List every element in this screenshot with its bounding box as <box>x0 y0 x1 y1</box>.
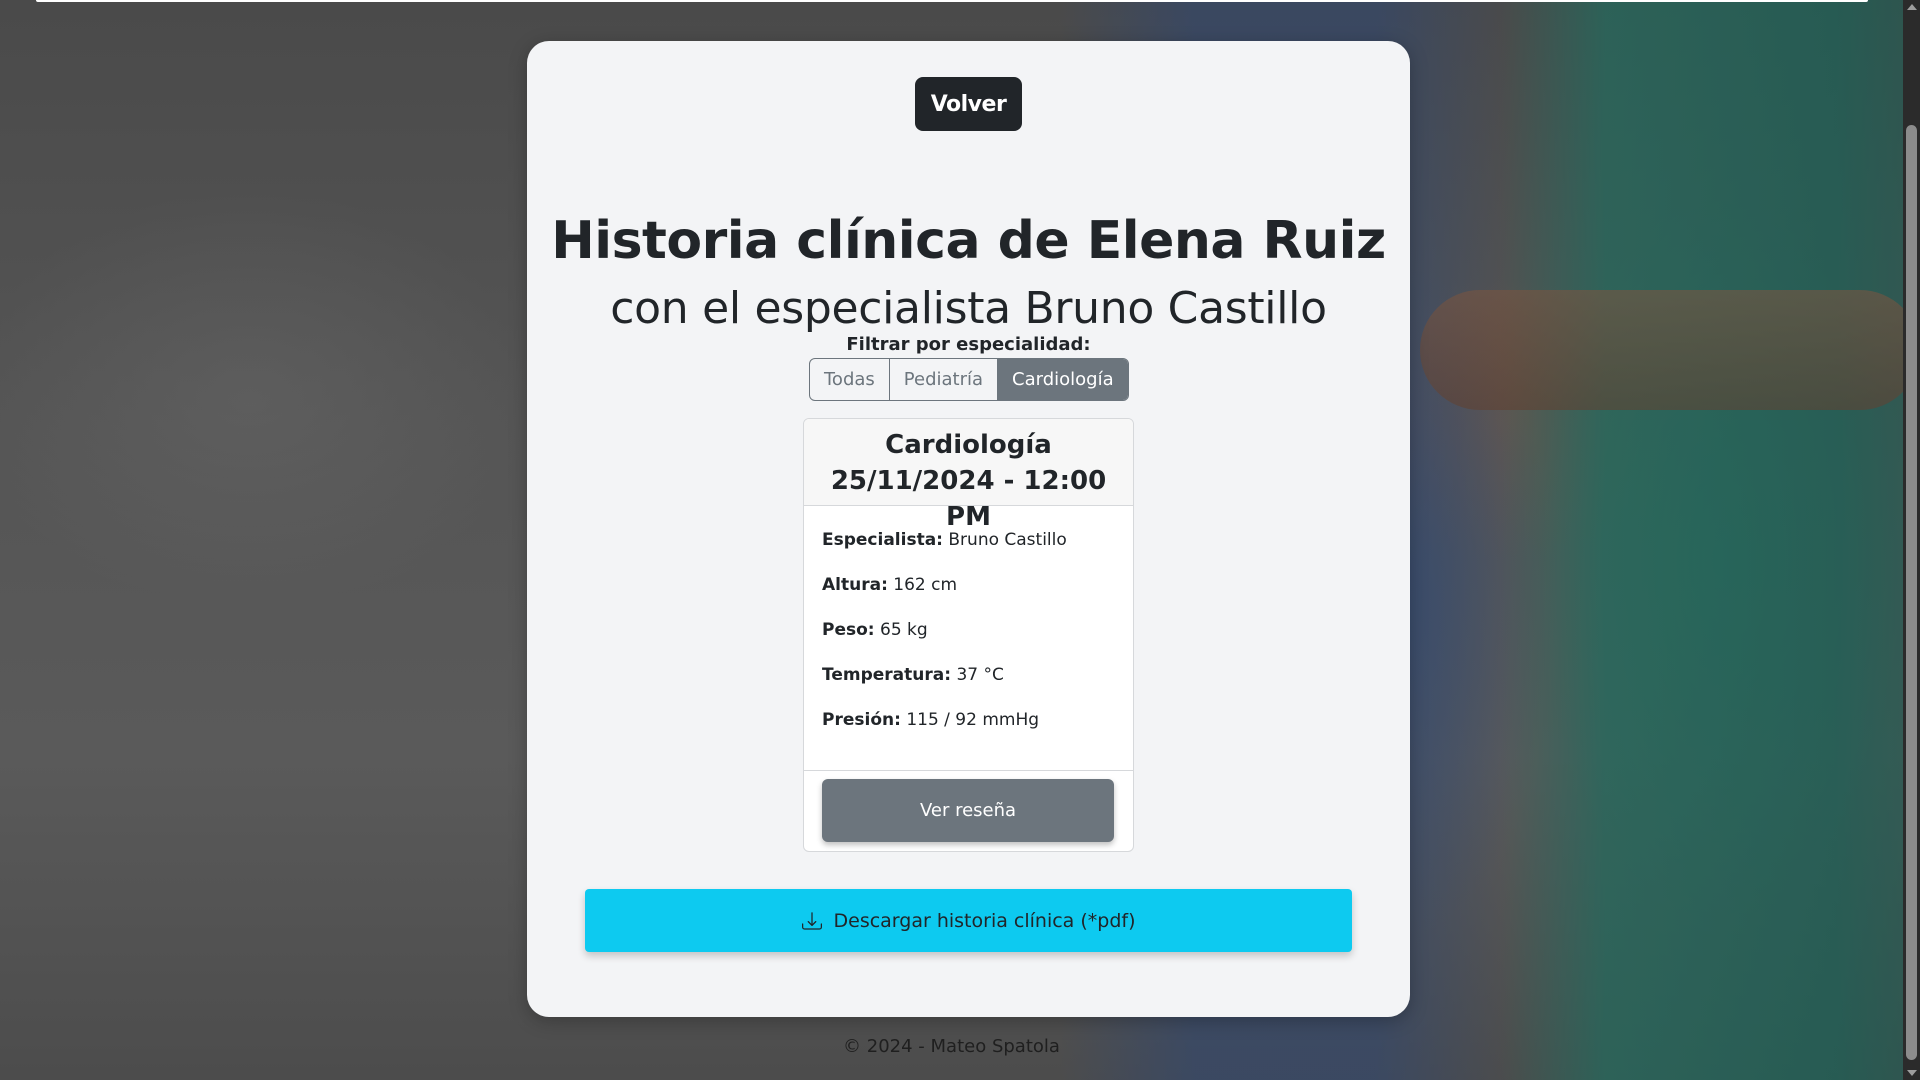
record-field-weight: Peso: 65 kg <box>822 610 1115 655</box>
field-value: 115 / 92 mmHg <box>906 710 1040 730</box>
record-field-pressure: Presión: 115 / 92 mmHg <box>822 700 1115 745</box>
background-doctor-right <box>1500 0 1920 1080</box>
field-label: Especialista: <box>822 530 943 550</box>
field-value: 162 cm <box>893 575 958 595</box>
record-header: Cardiología 25/11/2024 - 12:00 PM <box>804 419 1133 532</box>
scrollbar-thumb[interactable] <box>1906 125 1917 1060</box>
specialty-filter-group: Todas Pediatría Cardiología <box>809 358 1129 401</box>
scroll-down-icon[interactable] <box>1907 1070 1917 1076</box>
filter-option-todas[interactable]: Todas <box>810 359 890 400</box>
download-label: Descargar historia clínica (*pdf) <box>833 909 1136 932</box>
record-field-height: Altura: 162 cm <box>822 565 1115 610</box>
filter-label: Filtrar por especialidad: <box>846 334 1091 355</box>
field-value: 65 kg <box>880 620 928 640</box>
page-subtitle: con el especialista Bruno Castillo <box>610 283 1327 334</box>
page-scrollbar[interactable] <box>1903 0 1920 1080</box>
record-field-specialist: Especialista: Bruno Castillo <box>822 520 1115 565</box>
history-record-card: Cardiología 25/11/2024 - 12:00 PM Especi… <box>803 418 1134 852</box>
record-body: Especialista: Bruno Castillo Altura: 162… <box>804 506 1133 771</box>
filter-option-pediatria[interactable]: Pediatría <box>890 359 999 400</box>
field-label: Temperatura: <box>822 665 952 685</box>
download-icon <box>801 911 822 931</box>
record-field-temperature: Temperatura: 37 °C <box>822 655 1115 700</box>
background-crossed-arms <box>1420 290 1920 410</box>
download-pdf-button[interactable]: Descargar historia clínica (*pdf) <box>585 889 1352 952</box>
field-label: Peso: <box>822 620 875 640</box>
filter-option-cardiologia[interactable]: Cardiología <box>998 359 1128 400</box>
scroll-up-icon[interactable] <box>1907 4 1917 10</box>
page-background: Volver Historia clínica de Elena Ruiz co… <box>0 0 1920 1080</box>
back-button[interactable]: Volver <box>915 77 1022 131</box>
field-label: Presión: <box>822 710 901 730</box>
record-specialty: Cardiología <box>885 430 1052 460</box>
clinical-history-panel: Volver Historia clínica de Elena Ruiz co… <box>527 41 1410 1017</box>
field-label: Altura: <box>822 575 888 595</box>
top-navbar-edge <box>36 0 1868 2</box>
footer-copyright: © 2024 - Mateo Spatola <box>843 1036 1060 1057</box>
field-value: Bruno Castillo <box>948 530 1067 550</box>
page-title: Historia clínica de Elena Ruiz <box>551 211 1386 271</box>
field-value: 37 °C <box>956 665 1004 685</box>
view-review-button[interactable]: Ver reseña <box>822 779 1114 842</box>
